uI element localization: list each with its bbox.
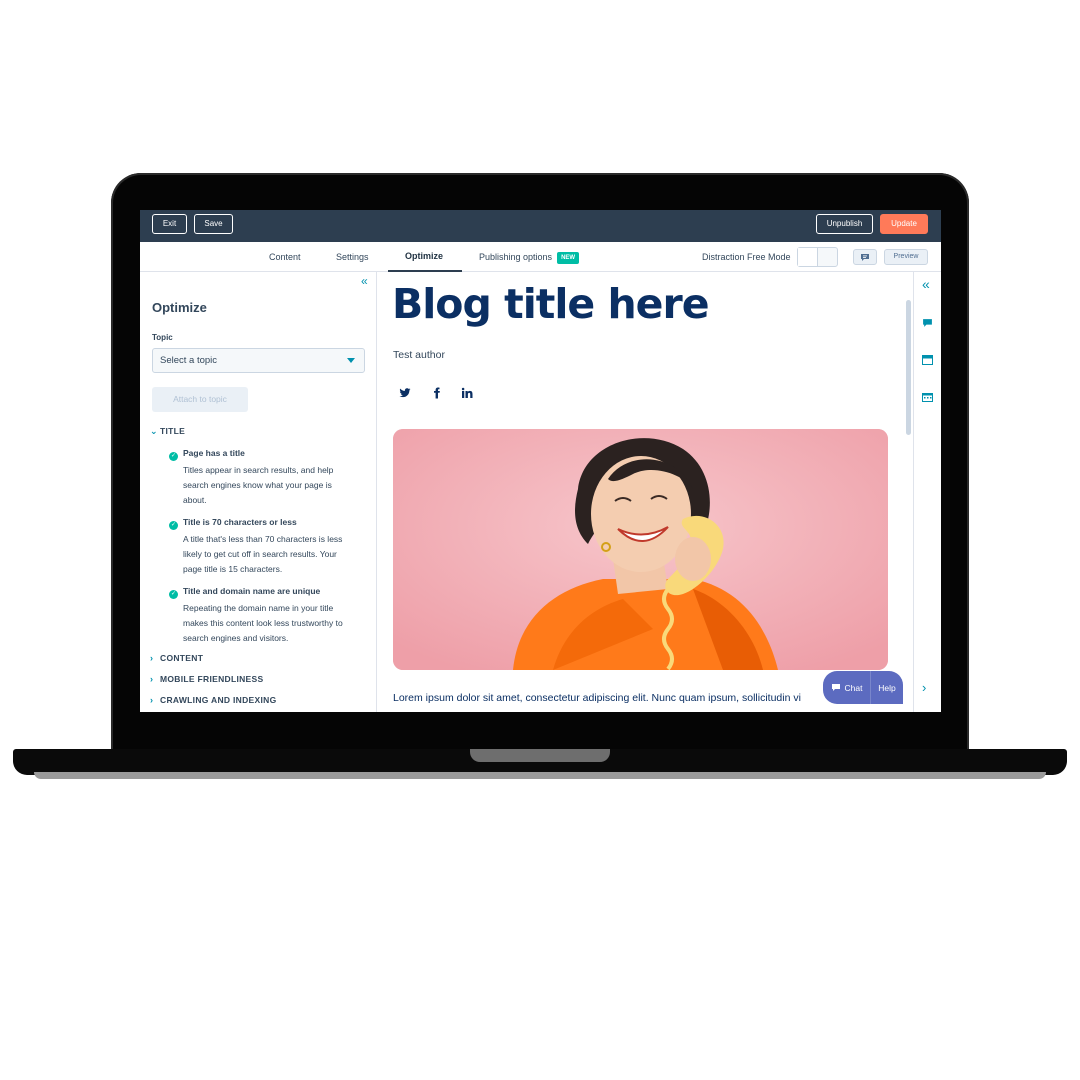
collapse-rail-icon[interactable]: « — [922, 276, 930, 292]
right-rail: « › — [913, 272, 941, 712]
calendar-icon[interactable] — [922, 392, 933, 402]
chevron-right-icon: › — [150, 653, 154, 663]
featured-image[interactable] — [393, 429, 888, 670]
top-toolbar: Exit Save Unpublish Update — [140, 210, 941, 242]
topic-select[interactable]: Select a topic — [152, 348, 365, 373]
save-button[interactable]: Save — [194, 214, 233, 234]
editor-tabs: Content Settings Optimize Publishing opt… — [140, 242, 941, 272]
check-circle-icon: ✓ — [169, 452, 178, 461]
editor-scrollbar[interactable] — [906, 300, 911, 435]
section-title-label: TITLE — [160, 426, 186, 436]
body-paragraph[interactable]: Lorem ipsum dolor sit amet, consectetur … — [393, 692, 801, 704]
desc-line: A title that's less than 70 characters i… — [183, 534, 343, 544]
tab-content[interactable]: Content — [269, 242, 301, 272]
tab-optimize[interactable]: Optimize — [388, 242, 462, 272]
chat-help-widget[interactable]: Chat Help — [823, 671, 903, 704]
unpublish-button[interactable]: Unpublish — [816, 214, 873, 234]
desc-line: likely to get cut off in search results.… — [183, 549, 337, 559]
check-title-label: Title is 70 characters or less — [183, 517, 297, 527]
topic-label: Topic — [152, 333, 173, 342]
desc-line: about. — [183, 495, 207, 505]
collapse-sidebar-icon[interactable]: « — [361, 274, 368, 288]
check-circle-icon: ✓ — [169, 590, 178, 599]
tab-settings[interactable]: Settings — [336, 242, 369, 272]
app-screen: Exit Save Unpublish Update Content Setti… — [140, 210, 941, 712]
woman-on-phone-photo — [393, 429, 888, 670]
section-mobile-label: MOBILE FRIENDLINESS — [160, 674, 264, 684]
chat-bubble-icon — [831, 684, 840, 691]
desc-line: Repeating the domain name in your title — [183, 603, 334, 613]
check-page-has-title: ✓ Page has a title — [169, 448, 245, 461]
update-button[interactable]: Update — [880, 214, 928, 234]
laptop-notch — [470, 749, 610, 762]
check-circle-icon: ✓ — [169, 521, 178, 530]
desc-line: Titles appear in search results, and hel… — [183, 465, 334, 475]
distraction-free-toggle[interactable] — [797, 247, 838, 267]
distraction-free-label: Distraction Free Mode — [702, 252, 791, 262]
section-crawling-indexing[interactable]: › CRAWLING AND INDEXING — [150, 695, 276, 705]
new-badge: NEW — [557, 251, 580, 264]
editor-canvas: Blog title here Test author Lorem ipsum … — [378, 272, 913, 712]
blog-title[interactable]: Blog title here — [392, 280, 710, 328]
layout-icon[interactable] — [922, 355, 933, 365]
chevron-down-icon: ⌄ — [150, 426, 158, 436]
check-title-domain-unique: ✓ Title and domain name are unique — [169, 586, 320, 599]
tab-publishing-options[interactable]: Publishing options NEW — [479, 242, 580, 272]
check-title-label: Title and domain name are unique — [183, 586, 321, 596]
tab-publishing-options-label: Publishing options — [479, 252, 553, 262]
desc-line: page title is 15 characters. — [183, 564, 283, 574]
chevron-right-icon[interactable]: › — [922, 680, 926, 695]
help-button[interactable]: Help — [871, 683, 903, 693]
section-content-label: CONTENT — [160, 653, 204, 663]
caret-down-icon — [347, 358, 355, 363]
laptop-base-shadow — [34, 772, 1046, 779]
optimize-sidebar: « Optimize Topic Select a topic Attach t… — [140, 272, 377, 712]
section-title[interactable]: ⌄ TITLE — [150, 426, 185, 437]
chevron-right-icon: › — [150, 674, 154, 684]
toggle-knob — [798, 248, 818, 266]
section-content[interactable]: › CONTENT — [150, 653, 203, 663]
sidebar-title: Optimize — [152, 300, 207, 315]
check-description: Repeating the domain name in your title … — [183, 601, 368, 646]
desc-line: search engines and visitors. — [183, 633, 289, 643]
chat-label: Chat — [844, 682, 863, 693]
exit-button[interactable]: Exit — [152, 214, 187, 234]
comment-icon[interactable] — [922, 318, 933, 328]
desc-line: search engines know what your page is — [183, 480, 332, 490]
check-description: A title that's less than 70 characters i… — [183, 532, 368, 577]
linkedin-icon[interactable] — [461, 387, 473, 399]
blog-author[interactable]: Test author — [393, 349, 445, 361]
section-crawling-label: CRAWLING AND INDEXING — [160, 695, 277, 705]
check-title-label: Page has a title — [183, 448, 245, 458]
section-mobile-friendliness[interactable]: › MOBILE FRIENDLINESS — [150, 674, 263, 684]
comment-icon — [861, 253, 869, 261]
facebook-icon[interactable] — [431, 387, 443, 399]
desc-line: makes this content look less trustworthy… — [183, 618, 343, 628]
check-title-length: ✓ Title is 70 characters or less — [169, 517, 297, 530]
chevron-right-icon: › — [150, 695, 154, 705]
topic-select-value: Select a topic — [160, 355, 218, 366]
preview-button[interactable]: Preview — [884, 249, 928, 265]
chat-button[interactable]: Chat — [823, 671, 871, 704]
comment-button[interactable] — [853, 249, 877, 265]
attach-to-topic-button[interactable]: Attach to topic — [152, 387, 248, 412]
check-description: Titles appear in search results, and hel… — [183, 463, 368, 508]
twitter-icon[interactable] — [399, 387, 411, 399]
